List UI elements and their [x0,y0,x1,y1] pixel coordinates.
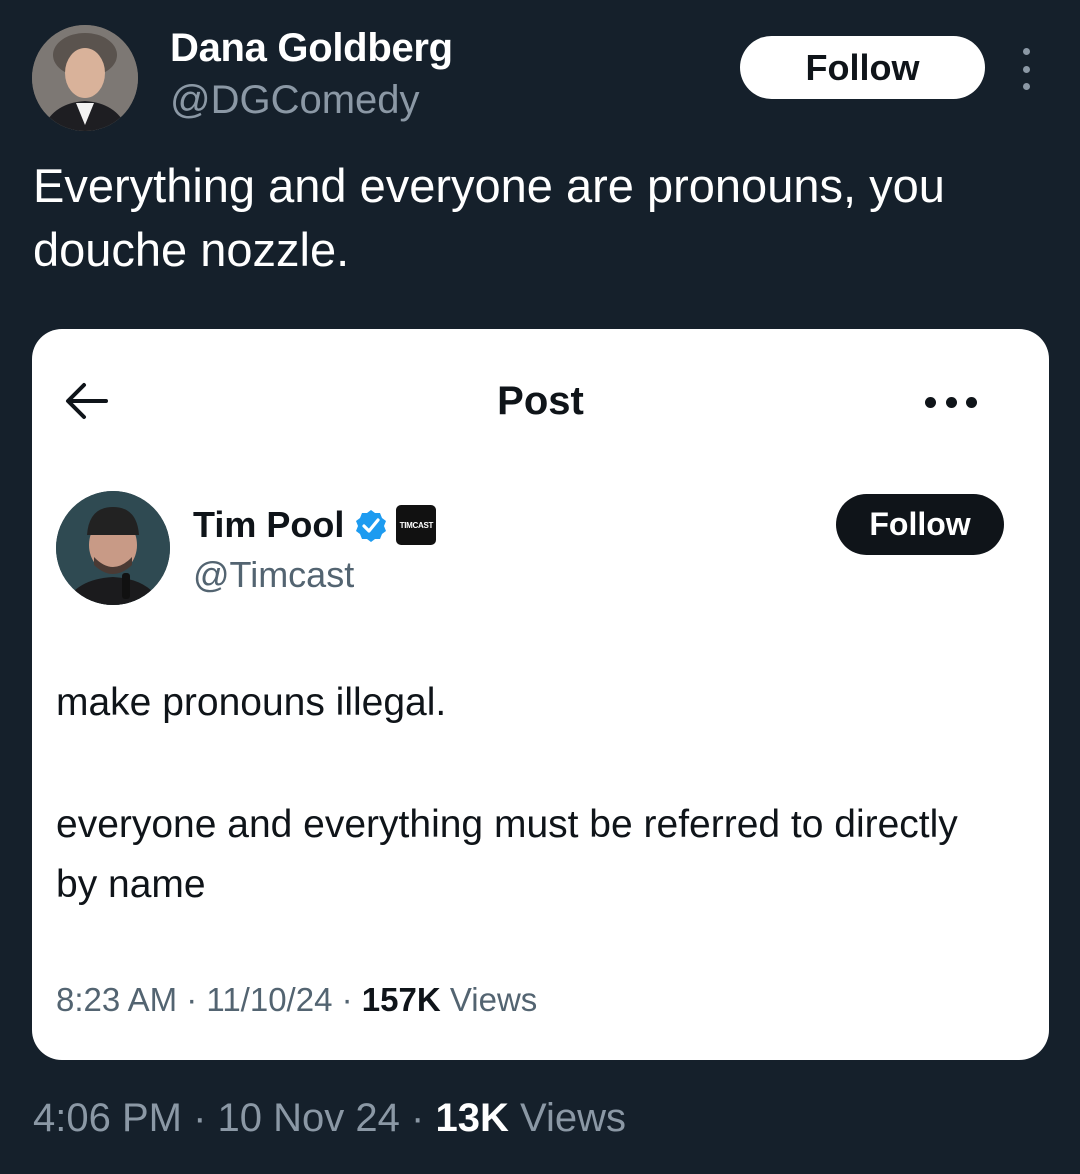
tweet-meta: 4:06 PM · 10 Nov 24 · 13K Views [33,1096,626,1141]
more-options-icon[interactable] [1012,48,1040,90]
views-count[interactable]: 13K [435,1096,508,1140]
quoted-post-meta: 8:23 AM · 11/10/24 · 157K Views [56,981,537,1019]
quoted-author-name: Tim Pool [193,504,345,545]
quoted-text-line1: make pronouns illegal. [56,681,447,724]
post-header-title: Post [497,379,584,423]
affiliate-badge-text: TIMCAST [399,520,434,530]
quoted-post-image[interactable]: Post Tim Pool TIMCAST @Timcast Follow ma… [32,329,1049,1060]
quoted-views-count: 157K [361,981,441,1018]
tweet-time[interactable]: 4:06 PM [33,1096,182,1140]
quoted-post-time: 8:23 AM [56,981,178,1018]
quoted-text-line2: everyone and everything must be referred… [56,803,958,906]
quoted-author-handle: @Timcast [193,554,355,595]
quoted-views-label: Views [449,981,538,1018]
ellipsis-icon [925,395,977,409]
tweet-date[interactable]: 10 Nov 24 [218,1096,400,1140]
meta-separator: · [186,981,198,1018]
meta-separator: · [193,1096,207,1140]
tweet-text: Everything and everyone are pronouns, yo… [33,159,945,276]
quoted-follow-button: Follow [836,494,1004,555]
follow-button[interactable]: Follow [740,36,985,99]
author-name[interactable]: Dana Goldberg [170,26,453,71]
verified-badge-icon [356,510,387,542]
quoted-post-date: 11/10/24 [206,981,333,1018]
author-avatar[interactable] [32,25,138,131]
affiliate-badge-icon: TIMCAST [396,505,437,545]
meta-separator: · [411,1096,425,1140]
meta-separator: · [341,981,353,1018]
author-handle[interactable]: @DGComedy [170,78,420,123]
views-label[interactable]: Views [520,1096,626,1140]
quoted-author-avatar [56,491,170,605]
